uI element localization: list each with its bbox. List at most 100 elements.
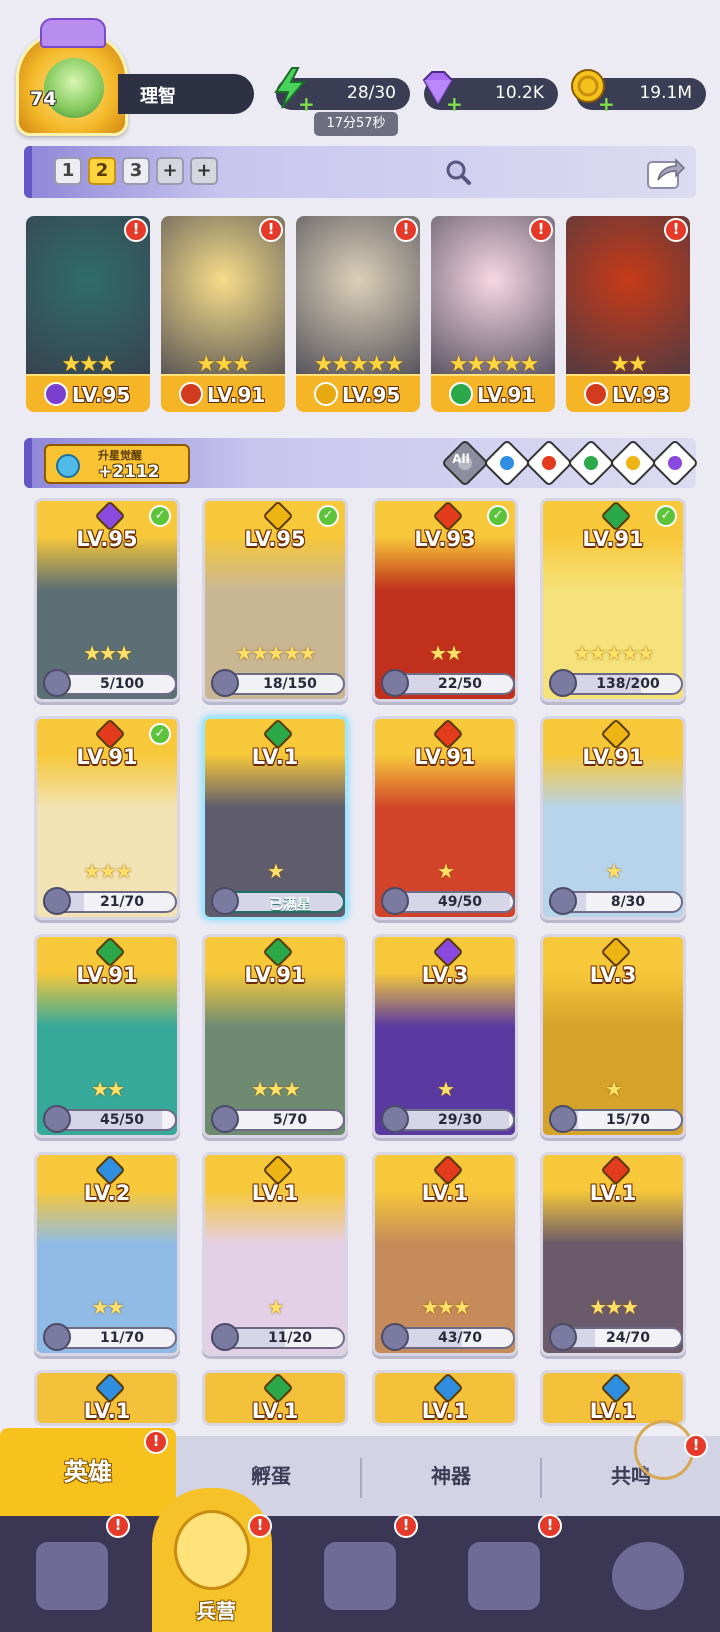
hero-card[interactable]: LV.1 ★ 已满星 [202,716,348,920]
hero-level: LV.1 [421,1181,469,1205]
fragment-count: 18/150 [263,676,317,692]
energy-plus-icon[interactable]: + [298,92,315,116]
fragment-icon [549,1105,577,1133]
hero-card[interactable]: LV.2 ★★ 11/70 [34,1152,180,1356]
gems-plus-icon[interactable]: + [446,92,463,116]
gems-counter[interactable]: + 10.2K [422,71,558,116]
hero-card[interactable]: LV.1 ★★★ 43/70 [372,1152,518,1356]
castle-icon [468,1542,540,1610]
fragment-icon [211,669,239,697]
tab-artifact[interactable]: 神器 [362,1436,540,1516]
hero-card[interactable]: LV.95 ★★★★★ 18/150 ✓ [202,498,348,702]
bottom-nav: ! 兵营 ! ! ! [0,1488,720,1632]
gold-plus-icon[interactable]: + [598,92,615,116]
gold-counter[interactable]: + 19.1M [571,69,706,116]
hero-stars: ★★★ [251,1077,301,1101]
filter-light-icon[interactable] [608,438,658,488]
hero-card[interactable]: LV.3 ★ 29/30 [372,934,518,1138]
featured-hero-card[interactable]: ★★ LV.93! [566,216,690,412]
fragment-count: 11/20 [267,1330,313,1346]
hero-level-band: LV.95 [296,374,420,412]
hero-card[interactable]: LV.1 [34,1370,180,1426]
hero-level: LV.95 [76,527,138,551]
filter-wind-icon[interactable] [566,438,616,488]
fragment-icon [381,887,409,915]
fragment-icon [381,1105,409,1133]
hero-level: LV.91 [477,383,536,407]
hero-card[interactable]: LV.1 [372,1370,518,1426]
hero-level: LV.1 [421,1399,469,1423]
hero-card[interactable]: LV.91 ★★★ 21/70 ✓ [34,716,180,920]
nav-book-alert-icon: ! [394,1514,418,1538]
awaken-button[interactable]: 升星觉醒 +2112 [44,444,190,484]
team-slot-3[interactable]: 3 [122,157,150,185]
hero-card[interactable]: LV.93 ★★ 22/50 ✓ [372,498,518,702]
check-icon: ✓ [317,505,339,527]
hero-card[interactable]: LV.91 ★★★ 5/70 [202,934,348,1138]
hero-level: LV.91 [414,745,476,769]
add-team-button-2[interactable]: + [190,157,218,185]
fragment-count: 21/70 [99,894,145,910]
filter-water-icon[interactable] [482,438,532,488]
hero-level: LV.91 [207,383,266,407]
nav-mushroom[interactable] [576,1516,720,1632]
player-name-bar[interactable]: 理智 [118,74,254,114]
filter-fire-icon[interactable] [524,438,574,488]
tab-heroes-label: 英雄 [64,1458,112,1486]
hero-card[interactable]: LV.91 ★ 8/30 [540,716,686,920]
hero-stars: ★ [437,859,455,883]
team-slot-1[interactable]: 1 [54,157,82,185]
team-slot-2[interactable]: 2 [88,157,116,185]
filter-dark-icon[interactable] [650,438,700,488]
add-team-button-1[interactable]: + [156,157,184,185]
fragment-count: 8/30 [610,894,646,910]
tab-artifact-label: 神器 [431,1464,471,1488]
featured-hero-card[interactable]: ★★★★★ LV.95! [296,216,420,412]
tab-heroes-alert-icon: ! [144,1430,168,1454]
featured-hero-card[interactable]: ★★★ LV.91! [161,216,285,412]
hero-card[interactable]: LV.1 [202,1370,348,1426]
fragment-count: 15/70 [605,1112,651,1128]
hero-card[interactable]: LV.1 ★ 11/20 [202,1152,348,1356]
hero-level: LV.3 [421,963,469,987]
featured-hero-card[interactable]: ★★★★★ LV.91! [431,216,555,412]
hero-alert-icon: ! [529,218,553,242]
hero-card[interactable]: LV.1 ★★★ 24/70 [540,1152,686,1356]
hero-stars: ★★★ [421,1295,471,1319]
player-name: 理智 [140,86,176,107]
hero-stars: ★★ [91,1077,125,1101]
hero-card[interactable]: LV.3 ★ 15/70 [540,934,686,1138]
fragment-icon [549,669,577,697]
fragment-icon [43,669,71,697]
filter-swatch [500,456,514,470]
hero-card[interactable]: LV.91 ★★★★★ 138/200 ✓ [540,498,686,702]
fragment-icon [211,887,239,915]
hero-level-band: LV.93 [566,374,690,412]
featured-hero-card[interactable]: ★★★ LV.95! [26,216,150,412]
fragment-icon [381,1323,409,1351]
check-icon: ✓ [149,723,171,745]
hero-card[interactable]: LV.91 ★ 49/50 [372,716,518,920]
fragment-count: 已满星 [269,897,311,913]
hero-card[interactable]: LV.1 [540,1370,686,1426]
crown-icon [40,18,106,48]
hero-level-band: LV.91 [431,374,555,412]
fragment-icon [43,1323,71,1351]
share-icon[interactable] [646,154,686,190]
fragment-count: 43/70 [437,1330,483,1346]
hero-card[interactable]: LV.91 ★★ 45/50 [34,934,180,1138]
gold-value: 19.1M [639,83,692,103]
nav-barracks-label: 兵营 [196,1599,236,1623]
fragment-icon [211,1323,239,1351]
hero-card[interactable]: LV.95 ★★★ 5/100 ✓ [34,498,180,702]
cards-icon [36,1542,108,1610]
sub-tab-bar: 英雄 ! 孵蛋 神器 共鸣 [0,1428,720,1516]
energy-counter[interactable]: + 28/30 [274,67,410,116]
player-level: 74 [30,88,57,110]
fragment-count: 5/70 [272,1112,308,1128]
hero-level-band: LV.95 [26,374,150,412]
element-icon [44,382,68,406]
hero-stars: ★★★ [83,641,133,665]
hero-stars: ★★ [429,641,463,665]
search-icon[interactable] [444,158,472,186]
